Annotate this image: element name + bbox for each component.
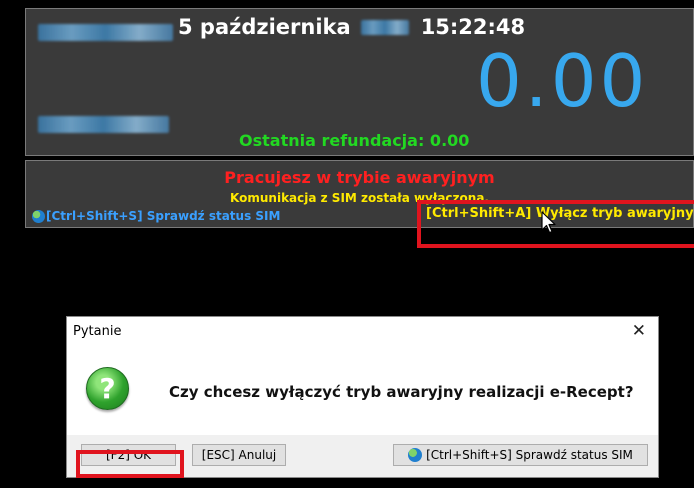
amount-display: 0.00 [476, 39, 649, 123]
globe-icon [32, 209, 45, 223]
check-sim-button-label: [Ctrl+Shift+S] Sprawdź status SIM [426, 448, 633, 462]
globe-icon [408, 448, 423, 462]
dialog-message: Czy chcesz wyłączyć tryb awaryjny realiz… [169, 383, 634, 401]
blurred-year [351, 15, 421, 39]
emergency-mode-text: Pracujesz w trybie awaryjnym [224, 168, 495, 187]
cancel-button-label: [ESC] Anuluj [201, 448, 277, 462]
mouse-cursor-icon [541, 211, 556, 234]
display-panel: 5 października 15:22:48 0.00 Ostatnia ref… [25, 8, 694, 156]
check-sim-link[interactable]: [Ctrl+Shift+S] Sprawdź status SIM [32, 209, 280, 223]
last-refund: Ostatnia refundacja: 0.00 [239, 131, 470, 150]
check-sim-label: [Ctrl+Shift+S] Sprawdź status SIM [46, 209, 281, 223]
highlight-ok-button [76, 450, 184, 478]
date-text: 5 października [178, 15, 351, 39]
cancel-button[interactable]: [ESC] Anuluj [192, 444, 286, 466]
question-icon: ? [86, 367, 129, 410]
blurred-date-bottom [38, 116, 169, 133]
close-icon[interactable]: ✕ [632, 321, 646, 341]
check-sim-button[interactable]: [Ctrl+Shift+S] Sprawdź status SIM [393, 444, 648, 466]
date-time-line: 5 października 15:22:48 [178, 15, 525, 39]
dialog-title: Pytanie [73, 324, 122, 339]
time-text: 15:22:48 [420, 15, 526, 39]
blurred-date-top [38, 24, 173, 41]
